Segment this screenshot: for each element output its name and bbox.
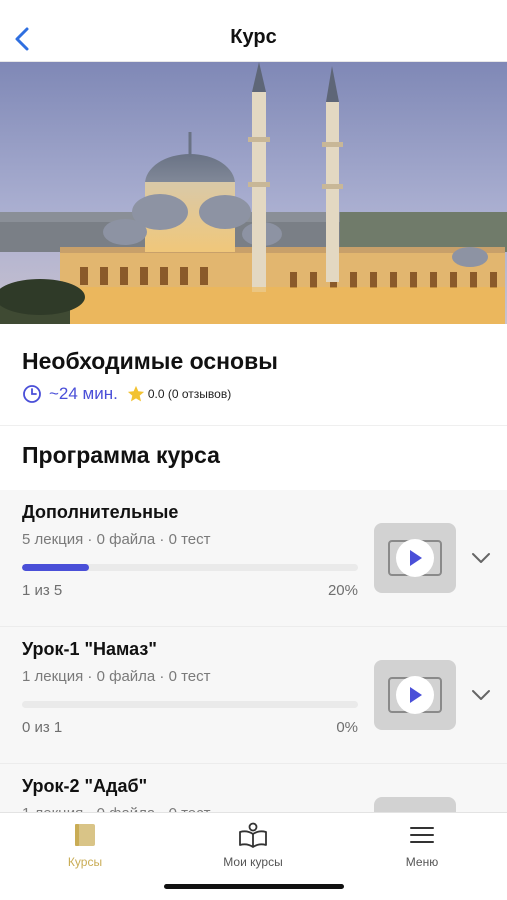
expand-lesson-button[interactable] — [468, 545, 494, 571]
open-book-icon — [239, 822, 267, 848]
lesson-item[interactable]: Дополнительные 5 лекция · 0 файла · 0 те… — [0, 490, 507, 627]
top-bar: Курс — [0, 0, 507, 62]
lesson-progress-fill — [22, 564, 90, 571]
lesson-progress-count: 0 из 1 — [22, 719, 63, 736]
course-cover-image — [0, 62, 507, 324]
play-video-icon — [388, 539, 442, 577]
lesson-stats: 5 лекция · 0 файла · 0 тест — [22, 531, 211, 548]
play-video-icon — [388, 676, 442, 714]
tab-courses[interactable]: Курсы — [0, 821, 170, 881]
course-rating: 0.0 (0 отзывов) — [147, 387, 232, 401]
home-indicator — [164, 884, 344, 889]
page-title: Курс — [230, 26, 277, 48]
lesson-progress-percent: 0% — [336, 719, 358, 736]
lesson-name: Урок-1 "Намаз" — [22, 639, 157, 659]
tab-label: Мои курсы — [223, 855, 283, 869]
course-meta: ~24 мин. 0.0 (0 отзывов) — [22, 384, 231, 404]
lesson-progress-bar — [22, 701, 358, 708]
lesson-video-thumbnail[interactable] — [374, 660, 456, 730]
clock-icon — [23, 385, 41, 403]
program-title: Программа курса — [22, 442, 220, 468]
lesson-name: Дополнительные — [22, 502, 179, 522]
tab-menu[interactable]: Меню — [337, 821, 507, 881]
lesson-item[interactable]: Урок-1 "Намаз" 1 лекция · 0 файла · 0 те… — [0, 627, 507, 764]
star-icon — [127, 385, 144, 402]
book-icon — [75, 824, 95, 846]
lesson-video-thumbnail[interactable] — [374, 523, 456, 593]
chevron-down-icon — [472, 553, 490, 563]
course-header: Необходимые основы ~24 мин. 0.0 (0 отзыв… — [0, 324, 507, 426]
course-title: Необходимые основы — [22, 348, 278, 374]
lesson-stats: 1 лекция · 0 файла · 0 тест — [22, 668, 211, 685]
chevron-down-icon — [472, 690, 490, 700]
lesson-progress-count: 1 из 5 — [22, 582, 63, 599]
lesson-progress-bar — [22, 564, 358, 571]
expand-lesson-button[interactable] — [468, 682, 494, 708]
course-duration: ~24 мин. — [49, 384, 118, 403]
menu-icon — [410, 827, 434, 843]
tab-my-courses[interactable]: Мои курсы — [168, 821, 338, 881]
lesson-progress-percent: 20% — [327, 582, 358, 599]
tab-label: Курсы — [67, 855, 103, 869]
tab-label: Меню — [405, 855, 439, 869]
lesson-name: Урок-2 "Адаб" — [22, 776, 148, 796]
